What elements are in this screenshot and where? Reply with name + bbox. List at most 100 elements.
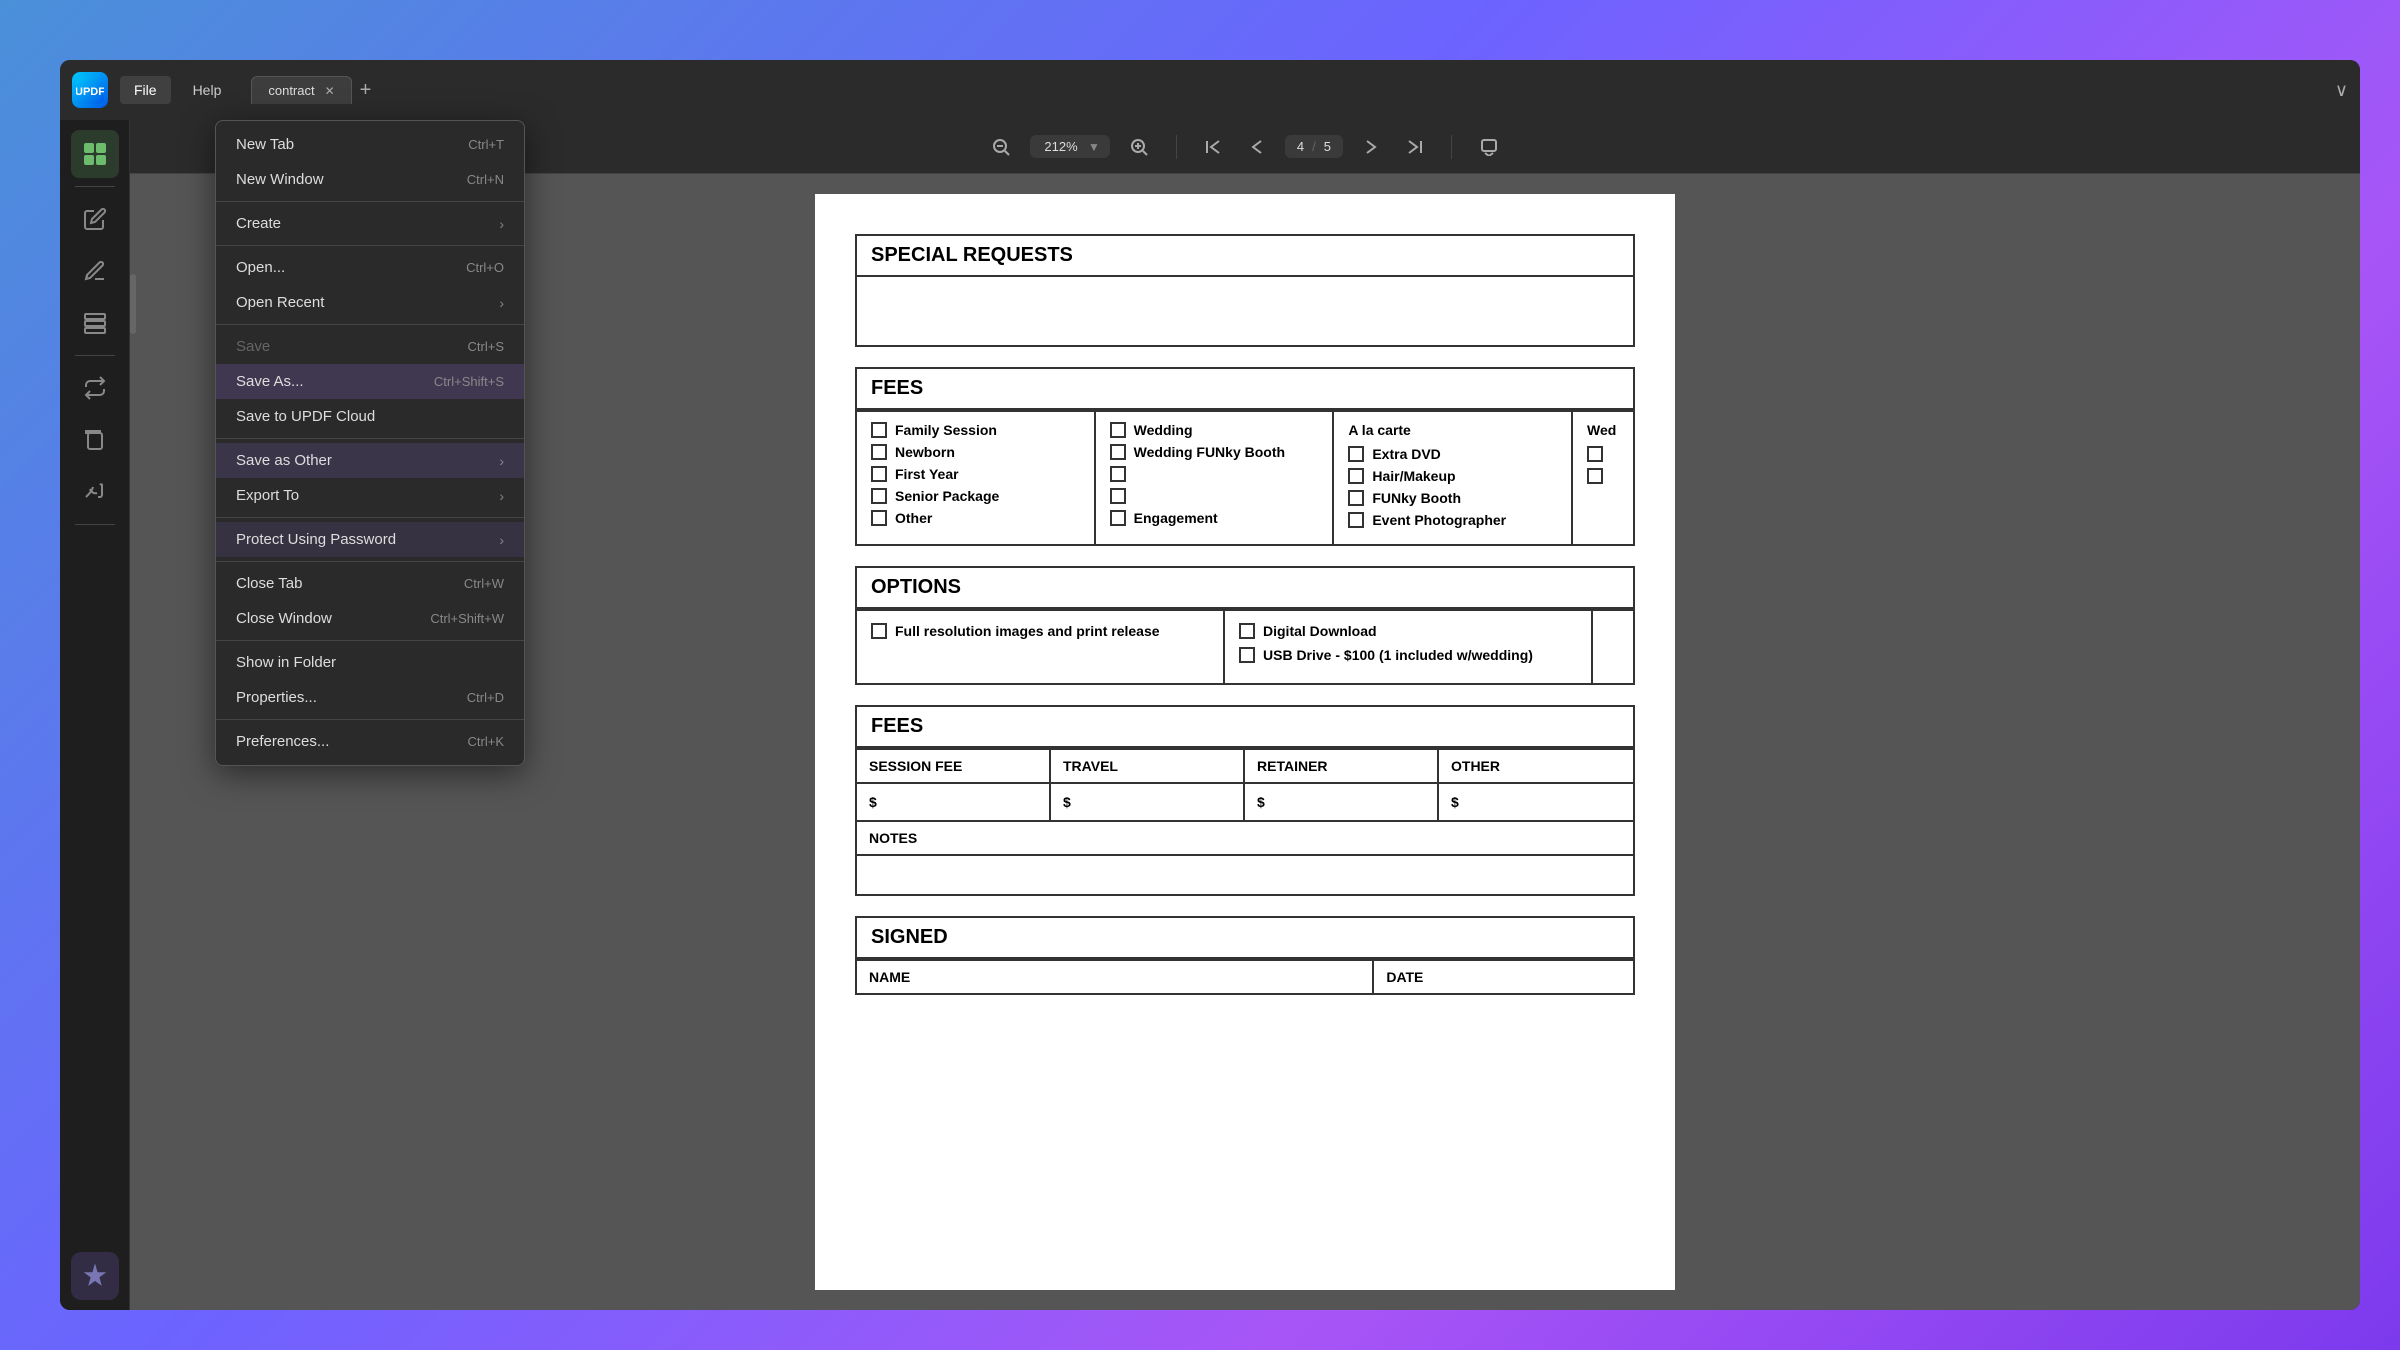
menu-item-preferences[interactable]: Preferences... Ctrl+K: [216, 724, 524, 759]
options-title: OPTIONS: [855, 566, 1635, 609]
menu-item-new-window-label: New Window: [236, 171, 324, 188]
menu-item-show-in-folder-label: Show in Folder: [236, 654, 336, 671]
menu-separator-4: [216, 438, 524, 439]
contract-tab[interactable]: contract ✕: [251, 76, 351, 104]
sidebar-divider-1: [75, 186, 115, 187]
comment-button[interactable]: [1472, 134, 1506, 160]
tab-bar: contract ✕ +: [251, 76, 379, 104]
menu-item-create-arrow: ›: [499, 216, 504, 232]
menu-item-close-window-shortcut: Ctrl+Shift+W: [430, 611, 504, 626]
pdf-page: SPECIAL REQUESTS FEES Family Session New…: [815, 194, 1675, 1290]
checkbox[interactable]: [871, 422, 887, 438]
menu-item-protect-password[interactable]: Protect Using Password ›: [216, 522, 524, 557]
checkbox[interactable]: [1110, 466, 1126, 482]
zoom-dropdown-arrow[interactable]: ▼: [1088, 140, 1100, 154]
fees-item: Other: [871, 510, 1080, 526]
options-grid: Full resolution images and print release…: [855, 609, 1635, 685]
menu-item-new-tab[interactable]: New Tab Ctrl+T: [216, 127, 524, 162]
checkbox[interactable]: [1110, 444, 1126, 460]
next-page-button[interactable]: [1355, 135, 1387, 159]
checkbox[interactable]: [1587, 446, 1603, 462]
file-menu-dropdown: New Tab Ctrl+T New Window Ctrl+N Create …: [215, 120, 525, 766]
fees-col-2: Wedding Wedding FUNky Booth Engagement: [1096, 412, 1335, 544]
file-menu-button[interactable]: File: [120, 76, 171, 104]
fees-item: [1587, 446, 1619, 462]
checkbox[interactable]: [1110, 510, 1126, 526]
menu-item-close-tab[interactable]: Close Tab Ctrl+W: [216, 566, 524, 601]
menu-separator-6: [216, 561, 524, 562]
checkbox[interactable]: [871, 510, 887, 526]
fees-item: Extra DVD: [1348, 446, 1557, 462]
checkbox[interactable]: [1587, 468, 1603, 484]
checkbox[interactable]: [871, 444, 887, 460]
menu-separator-3: [216, 324, 524, 325]
svg-text:UPDF: UPDF: [76, 86, 104, 98]
fees-item: Engagement: [1110, 510, 1319, 526]
sidebar-item-view[interactable]: [71, 130, 119, 178]
checkbox[interactable]: [871, 623, 887, 639]
prev-page-button[interactable]: [1241, 135, 1273, 159]
sidebar-item-convert[interactable]: [71, 364, 119, 412]
menu-item-save-as[interactable]: Save As... Ctrl+Shift+S: [216, 364, 524, 399]
help-menu-button[interactable]: Help: [179, 76, 236, 104]
fees2-section: FEES SESSION FEE TRAVEL RETAINER OTHER $…: [855, 705, 1635, 896]
checkbox[interactable]: [1348, 446, 1364, 462]
checkbox[interactable]: [1348, 512, 1364, 528]
menu-item-save-as-other[interactable]: Save as Other ›: [216, 443, 524, 478]
sidebar-item-organize[interactable]: [71, 299, 119, 347]
checkbox[interactable]: [1239, 647, 1255, 663]
expand-button[interactable]: ∨: [2335, 80, 2348, 101]
zoom-in-button[interactable]: [1122, 134, 1156, 160]
first-page-button[interactable]: [1197, 135, 1229, 159]
menu-separator-7: [216, 640, 524, 641]
checkbox[interactable]: [871, 488, 887, 504]
menu-item-save-as-other-label: Save as Other: [236, 452, 332, 469]
scroll-handle[interactable]: [130, 274, 136, 334]
fees-item: [1110, 488, 1319, 504]
sidebar-item-ai[interactable]: [71, 1252, 119, 1300]
checkbox[interactable]: [1110, 422, 1126, 438]
signed-name-header: NAME: [857, 961, 1374, 993]
tab-close-button[interactable]: ✕: [325, 84, 335, 98]
tab-name: contract: [268, 83, 314, 98]
menu-item-open[interactable]: Open... Ctrl+O: [216, 250, 524, 285]
menu-item-export-to[interactable]: Export To ›: [216, 478, 524, 513]
wedding-funky-booth-label: Wedding FUNky Booth: [1134, 444, 1285, 460]
sidebar-item-annotate[interactable]: [71, 247, 119, 295]
menu-item-properties[interactable]: Properties... Ctrl+D: [216, 680, 524, 715]
app-window: UPDF File Help contract ✕ + ∨: [60, 60, 2360, 1310]
fees-item: Event Photographer: [1348, 512, 1557, 528]
sidebar-item-sign[interactable]: [71, 468, 119, 516]
menu-item-close-window[interactable]: Close Window Ctrl+Shift+W: [216, 601, 524, 636]
sidebar-item-pages[interactable]: [71, 416, 119, 464]
menu-item-open-shortcut: Ctrl+O: [466, 260, 504, 275]
menu-item-close-window-label: Close Window: [236, 610, 332, 627]
sidebar-item-edit[interactable]: [71, 195, 119, 243]
menu-item-save-to-cloud[interactable]: Save to UPDF Cloud: [216, 399, 524, 434]
checkbox[interactable]: [1239, 623, 1255, 639]
zoom-out-button[interactable]: [984, 134, 1018, 160]
zoom-control: 212% ▼: [1030, 135, 1110, 158]
menu-item-open-recent-label: Open Recent: [236, 294, 324, 311]
new-tab-button[interactable]: +: [352, 79, 380, 102]
menu-item-save-as-other-arrow: ›: [499, 453, 504, 469]
menu-item-save-to-cloud-label: Save to UPDF Cloud: [236, 408, 375, 425]
last-page-button[interactable]: [1399, 135, 1431, 159]
menu-item-close-tab-label: Close Tab: [236, 575, 302, 592]
checkbox[interactable]: [1348, 490, 1364, 506]
fees2-retainer-value: $: [1245, 784, 1439, 820]
fees-item: FUNky Booth: [1348, 490, 1557, 506]
checkbox[interactable]: [871, 466, 887, 482]
menu-item-create[interactable]: Create ›: [216, 206, 524, 241]
menu-item-show-in-folder[interactable]: Show in Folder: [216, 645, 524, 680]
fees2-header-other: OTHER: [1439, 750, 1633, 782]
menu-item-open-recent[interactable]: Open Recent ›: [216, 285, 524, 320]
checkbox[interactable]: [1110, 488, 1126, 504]
fees-grid: Family Session Newborn First Year Senior…: [855, 410, 1635, 546]
menu-item-preferences-shortcut: Ctrl+K: [468, 734, 504, 749]
menu-item-new-window[interactable]: New Window Ctrl+N: [216, 162, 524, 197]
special-requests-box: [855, 277, 1635, 347]
options-section: OPTIONS Full resolution images and print…: [855, 566, 1635, 685]
options-col-2: Digital Download USB Drive - $100 (1 inc…: [1225, 611, 1593, 683]
checkbox[interactable]: [1348, 468, 1364, 484]
